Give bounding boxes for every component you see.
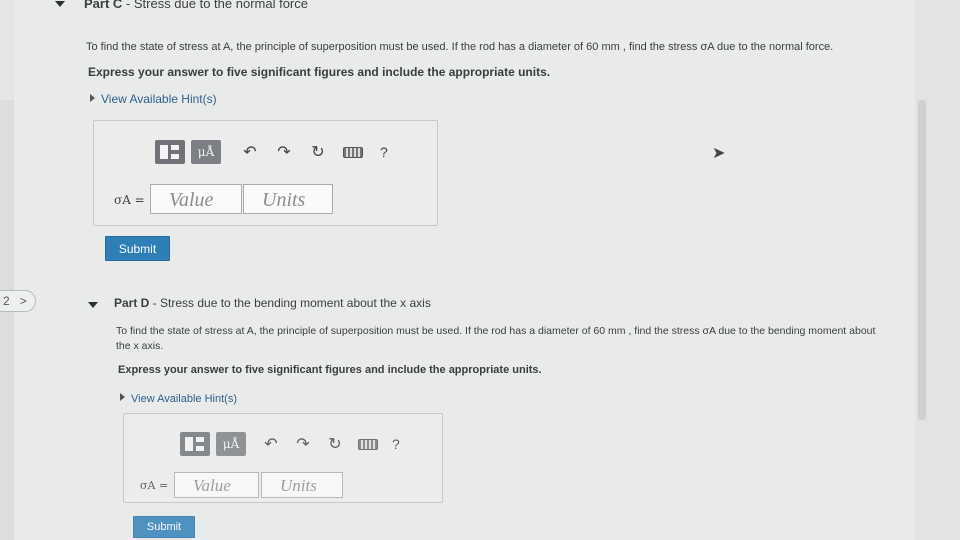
units-symbols-button[interactable]: μÅ [216, 432, 246, 456]
scrollbar-thumb[interactable] [918, 100, 926, 420]
part-d-units-input[interactable] [261, 472, 343, 498]
part-d-title-text: - Stress due to the bending moment about… [149, 296, 431, 310]
units-symbols-button[interactable]: μÅ [191, 140, 221, 164]
part-c-value-input[interactable] [150, 184, 242, 214]
part-d-instructions: Express your answer to five significant … [118, 364, 542, 376]
undo-icon[interactable]: ↶ [260, 434, 282, 454]
keyboard-icon[interactable] [358, 438, 378, 450]
part-d-submit-button[interactable]: Submit [133, 516, 195, 538]
undo-icon[interactable]: ↶ [239, 142, 261, 162]
templates-icon[interactable] [180, 432, 210, 456]
part-c-prefix: Part C [84, 0, 123, 11]
part-d-prefix: Part D [114, 296, 150, 310]
keyboard-icon[interactable] [343, 146, 363, 158]
part-c-math-toolbar: μÅ ↶ ↷ ↻ ? [155, 140, 388, 164]
part-d-title[interactable]: Part D - Stress due to the bending momen… [114, 296, 431, 310]
part-c-question: To find the state of stress at A, the pr… [86, 41, 834, 53]
part-c-sigma-label: σA = [114, 193, 145, 207]
part-c-submit-button[interactable]: Submit [105, 236, 170, 261]
part-pager[interactable]: 2 > [0, 290, 36, 312]
pager-number: 2 [3, 294, 10, 308]
part-d-value-input[interactable] [174, 472, 259, 498]
redo-icon[interactable]: ↷ [273, 142, 295, 162]
part-d-collapse-icon[interactable] [88, 302, 98, 308]
part-d-hint-link[interactable]: View Available Hint(s) [120, 393, 237, 405]
pager-next-icon[interactable]: > [20, 294, 27, 308]
part-d-sigma-label: σA = [140, 479, 169, 492]
part-c-units-input[interactable] [243, 184, 333, 214]
templates-icon[interactable] [155, 140, 185, 164]
expand-arrow-icon [120, 393, 125, 401]
part-d-math-toolbar: μÅ ↶ ↷ ↻ ? [180, 432, 400, 456]
expand-arrow-icon [90, 94, 95, 102]
reset-icon[interactable]: ↻ [307, 142, 329, 162]
left-margin-strip-top [0, 0, 14, 100]
part-c-hint-label: View Available Hint(s) [101, 92, 217, 106]
reset-icon[interactable]: ↻ [324, 434, 346, 454]
part-c-instructions: Express your answer to five significant … [88, 65, 551, 79]
part-d-hint-label: View Available Hint(s) [131, 393, 237, 405]
part-c-title-text: - Stress due to the normal force [122, 0, 308, 11]
part-c-hint-link[interactable]: View Available Hint(s) [90, 92, 217, 106]
part-c-title[interactable]: Part C - Stress due to the normal force [84, 0, 308, 11]
redo-icon[interactable]: ↷ [292, 434, 314, 454]
part-c-collapse-icon[interactable] [55, 1, 65, 7]
help-icon[interactable]: ? [380, 144, 388, 160]
part-d-question: To find the state of stress at A, the pr… [116, 325, 876, 352]
mouse-pointer-icon: ➤ [712, 145, 726, 162]
help-icon[interactable]: ? [392, 436, 400, 452]
